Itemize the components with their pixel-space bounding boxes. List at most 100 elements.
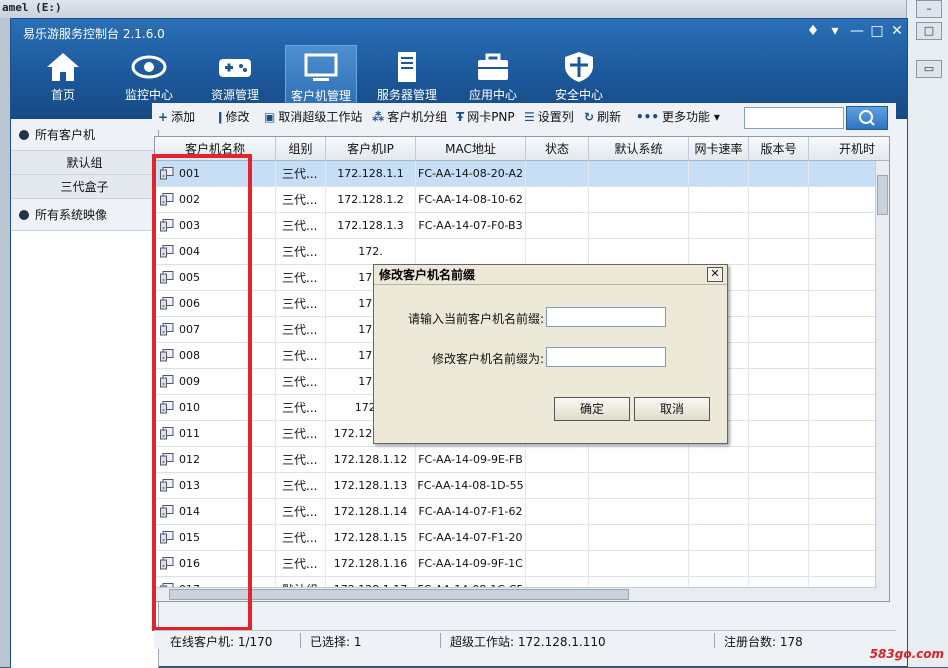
default-os-cell [589,213,689,239]
column-header-group[interactable]: 组别 [276,137,326,161]
search-input[interactable] [744,107,844,129]
group-cell: 三代... [276,421,326,447]
cancel-super-label: 取消超级工作站 [278,110,363,124]
column-header-status[interactable]: 状态 [526,137,589,161]
sidebar-item-all-images[interactable]: 所有系统映像 [11,199,158,231]
column-header-nic-speed[interactable]: 网卡速率 [689,137,749,161]
table-row[interactable]: 013 三代... 172.128.1.13 FC-AA-14-08-1D-55 [155,473,877,499]
ok-button[interactable]: 确定 [554,397,630,421]
client-group-button[interactable]: ⁂ 客户机分组 [372,108,447,125]
scroll-thumb[interactable] [877,175,888,215]
version-cell [749,525,809,551]
boot-time-cell [809,239,877,265]
nic-speed-cell [689,525,749,551]
sidebar-item-label: 所有客户机 [35,128,96,142]
group-cell: 三代... [276,213,326,239]
nav-label: 监控中心 [124,88,173,102]
registered-count: 注册台数: 178 [724,635,803,649]
close-button[interactable]: ✕ [887,23,907,39]
boot-time-cell [809,317,877,343]
version-cell [749,239,809,265]
version-cell [749,421,809,447]
nic-pnp-label: 网卡PNP [467,110,515,124]
cancel-super-workstation-button[interactable]: ▣ 取消超级工作站 [264,108,362,125]
maximize-button[interactable]: □ [867,23,887,39]
nav-label: 应用中心 [468,88,517,102]
mac-cell: FC-AA-14-08-10-62 [416,187,526,213]
monitor-icon [304,53,338,81]
version-cell [749,187,809,213]
nav-home[interactable]: 首页 [27,45,99,117]
boot-time-cell [809,213,877,239]
menu-dropdown-icon[interactable]: ▾ [825,23,845,39]
column-header-default-os[interactable]: 默认系统 [589,137,689,161]
gamepad-icon [219,59,251,77]
selected-count: 已选择: 1 [310,635,362,649]
ip-cell: 172.128.1.16 [326,551,416,577]
current-prefix-input[interactable] [546,307,666,327]
column-header-mac[interactable]: MAC地址 [416,137,526,161]
group-cell: 三代... [276,161,326,187]
mac-cell: FC-AA-14-08-20-A2 [416,161,526,187]
boot-time-cell [809,187,877,213]
group-cell: 三代... [276,473,326,499]
skin-icon[interactable]: ♦ [803,23,823,39]
boot-time-cell [809,551,877,577]
dialog-close-button[interactable]: ✕ [707,267,723,282]
vertical-scrollbar[interactable] [875,161,889,601]
minimize-button[interactable]: — [847,23,867,39]
add-button[interactable]: + 添加 [158,108,195,125]
table-row[interactable]: 012 三代... 172.128.1.12 FC-AA-14-09-9E-FB [155,447,877,473]
default-os-cell [589,239,689,265]
status-bar: 在线客户机: 1/170 已选择: 1 超级工作站: 172.128.1.110… [154,630,896,649]
version-cell [749,473,809,499]
sidebar: 所有客户机 默认组 三代盒子 所有系统映像 [11,119,159,668]
table-row[interactable]: 003 三代... 172.128.1.3 FC-AA-14-07-F0-B3 [155,213,877,239]
outer-maximize-button[interactable]: □ [916,22,942,40]
new-prefix-input[interactable] [546,347,666,367]
group-cell: 三代... [276,187,326,213]
search-button[interactable] [846,106,888,130]
plus-icon: + [158,110,169,124]
cancel-button[interactable]: 取消 [634,397,710,421]
table-row[interactable]: 014 三代... 172.128.1.14 FC-AA-14-07-F1-62 [155,499,877,525]
refresh-label: 刷新 [597,110,622,124]
table-row[interactable]: 001 三代... 172.128.1.1 FC-AA-14-08-20-A2 [155,161,877,187]
edit-label: 修改 [225,110,250,124]
status-cell [526,213,589,239]
sidebar-item-all-clients[interactable]: 所有客户机 [11,119,158,151]
nic-pnp-button[interactable]: Ŧ 网卡PNP [456,108,515,125]
edit-button[interactable]: ǀ 修改 [218,108,249,125]
group-cell: 三代... [276,317,326,343]
status-cell [526,499,589,525]
boot-time-cell [809,161,877,187]
status-divider [300,633,301,648]
group-label: 客户机分组 [387,110,448,124]
more-functions-button[interactable]: ••• 更多功能 ▾ [636,108,720,125]
home-icon [47,53,79,81]
status-divider [440,633,441,648]
ip-cell: 172.128.1.3 [326,213,416,239]
column-header-boot-time[interactable]: 开机时 [809,137,877,161]
table-row[interactable]: 015 三代... 172.128.1.15 FC-AA-14-07-F1-20 [155,525,877,551]
outer-restore-button[interactable]: ▭ [916,60,942,78]
sidebar-group-gen3-box[interactable]: 三代盒子 [11,175,158,199]
ip-cell: 172.128.1.14 [326,499,416,525]
table-row[interactable]: 016 三代... 172.128.1.16 FC-AA-14-09-9F-1C [155,551,877,577]
set-columns-button[interactable]: ☰ 设置列 [524,108,574,125]
refresh-button[interactable]: ↻ 刷新 [584,108,621,125]
column-header-ip[interactable]: 客户机IP [326,137,416,161]
status-cell [526,525,589,551]
status-cell [526,161,589,187]
horizontal-scrollbar[interactable] [155,587,877,601]
table-row[interactable]: 004 三代... 172. [155,239,877,265]
nav-label: 客户机管理 [290,89,351,103]
outer-minimize-button[interactable]: – [916,0,942,18]
version-cell [749,291,809,317]
status-cell [526,473,589,499]
sidebar-group-default[interactable]: 默认组 [11,151,158,175]
mac-cell: FC-AA-14-09-9F-1C [416,551,526,577]
column-header-version[interactable]: 版本号 [749,137,809,161]
briefcase-icon [478,53,508,80]
table-row[interactable]: 002 三代... 172.128.1.2 FC-AA-14-08-10-62 [155,187,877,213]
